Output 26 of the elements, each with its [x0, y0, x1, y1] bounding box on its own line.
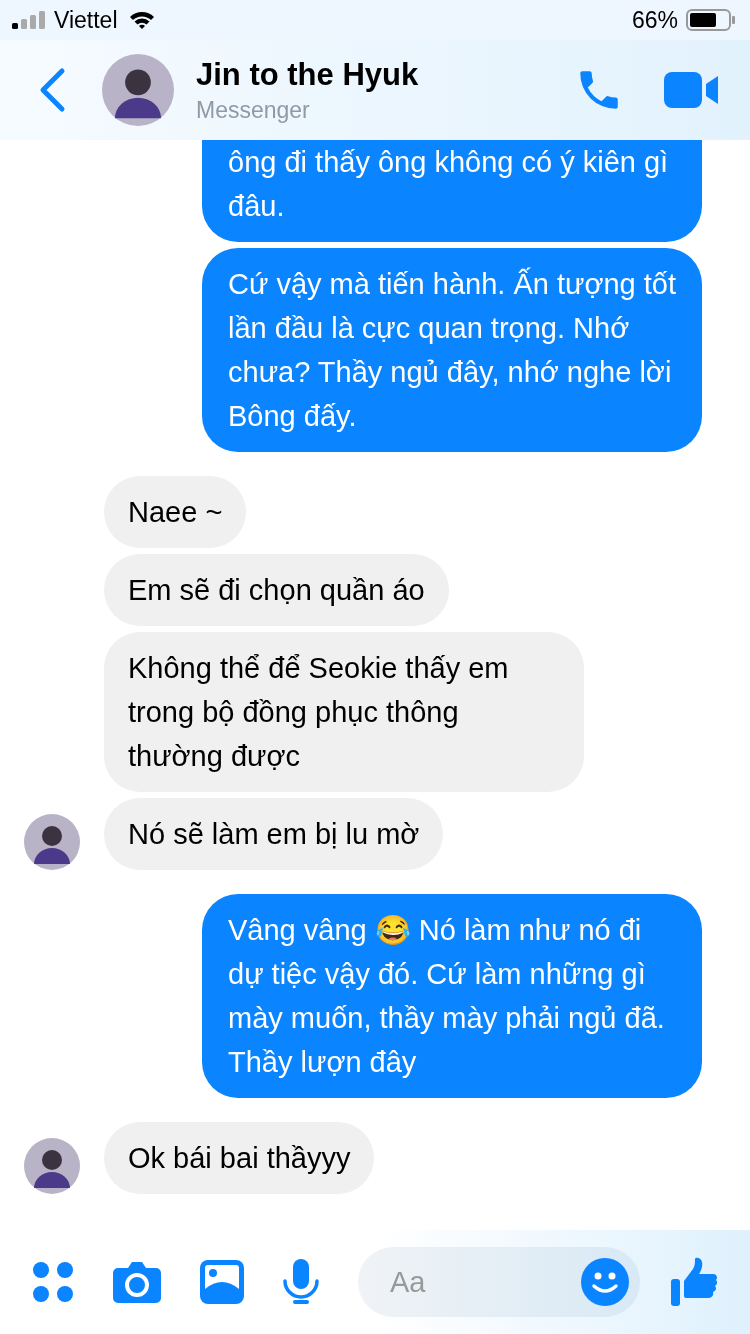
- message-bubble: Vâng vâng 😂 Nó làm như nó đi dự tiệc vậy đó. Cứ làm những gì mày muốn, thầy mày phải ngủ đã. Thầy lượn đây: [202, 894, 702, 1098]
- message-input[interactable]: Aa: [388, 1264, 580, 1300]
- microphone-button[interactable]: [282, 1259, 320, 1305]
- contact-subtitle: Messenger: [196, 96, 311, 124]
- emoji-button[interactable]: [580, 1257, 630, 1307]
- avatar: [24, 814, 80, 870]
- gallery-button[interactable]: [200, 1260, 244, 1304]
- message-input-field[interactable]: Aa: [358, 1247, 640, 1317]
- camera-button[interactable]: [112, 1260, 162, 1304]
- video-call-button[interactable]: [664, 70, 720, 110]
- message-bubble: Ok bái bai thầyyy: [104, 1122, 375, 1194]
- avatar: [102, 54, 174, 126]
- battery-icon: [686, 9, 736, 31]
- like-button[interactable]: [670, 1257, 720, 1307]
- message-bubble: Nó sẽ làm em bị lu mờ: [104, 798, 444, 870]
- message-bubble: Em sẽ đi chọn quần áo: [104, 554, 449, 626]
- contact-name: Jin to the Hyuk: [196, 56, 420, 93]
- message-bubble: ông đi thấy ông không có ý kiên gì đâu.: [202, 140, 702, 242]
- message-bubble: Không thể để Seokie thấy em trong bộ đồng phục thông thường được: [104, 632, 584, 792]
- avatar: [24, 1138, 80, 1194]
- message-bubble: Cứ vậy mà tiến hành. Ấn tượng tốt lần đầu là cực quan trọng. Nhớ chưa? Thầy ngủ đây, nhớ nghe lời Bông đấy.: [202, 248, 702, 452]
- signal-icon: [12, 11, 46, 29]
- carrier-name: Viettel: [54, 6, 118, 34]
- menu-button[interactable]: [32, 1261, 74, 1303]
- battery-percent: 66%: [631, 6, 678, 34]
- message-bubble: Naee ~: [104, 476, 247, 548]
